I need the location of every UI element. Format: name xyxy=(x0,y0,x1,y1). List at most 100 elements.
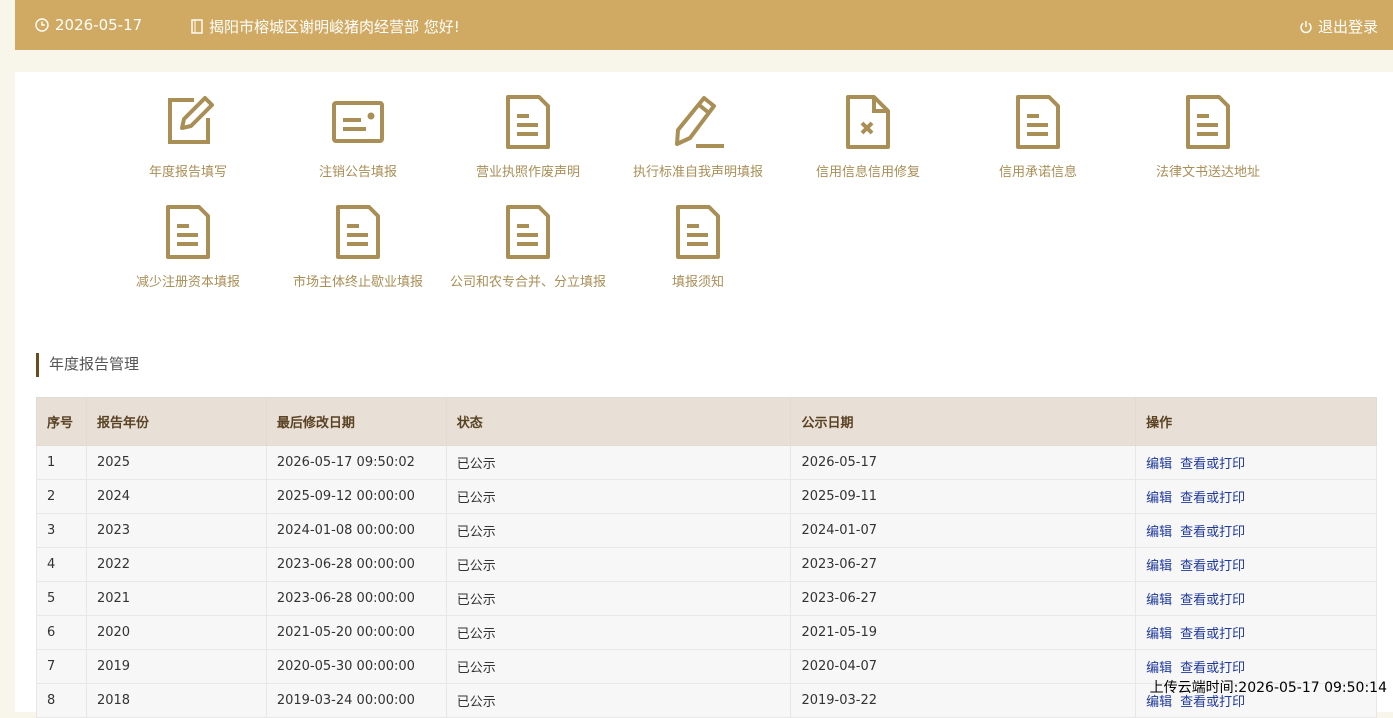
card-icon xyxy=(328,92,388,152)
tile-label: 信用信息信用修复 xyxy=(815,165,920,180)
cell-year: 2022 xyxy=(85,547,267,582)
pencil-icon xyxy=(668,92,728,152)
view-print-link[interactable]: 查看或打印 xyxy=(1180,525,1245,540)
cell-year: 2025 xyxy=(85,445,267,480)
logout-label: 退出登录 xyxy=(1317,18,1378,36)
edit-link[interactable]: 编辑 xyxy=(1146,593,1172,608)
document-icon xyxy=(328,202,388,262)
tile-label: 营业执照作废声明 xyxy=(475,165,580,180)
view-print-link[interactable]: 查看或打印 xyxy=(1180,491,1245,506)
cell-publish-date: 2020-04-07 xyxy=(790,649,1137,684)
annual-report-table: 序号 报告年份 最后修改日期 状态 公示日期 操作 1 2025 2026-05… xyxy=(36,397,1377,718)
tile-license-void[interactable]: 营业执照作废声明 xyxy=(438,72,618,180)
tile-capital-reduction[interactable]: 减少注册资本填报 xyxy=(98,182,278,290)
edit-link[interactable]: 编辑 xyxy=(1146,661,1172,676)
col-header-index: 序号 xyxy=(36,397,87,446)
tile-label: 填报须知 xyxy=(671,275,724,290)
edit-link[interactable]: 编辑 xyxy=(1146,559,1172,574)
cell-publish-date: 2023-06-27 xyxy=(790,547,1137,582)
tile-label: 公司和农专合并、分立填报 xyxy=(449,275,606,290)
building-icon xyxy=(191,19,203,34)
tile-label: 执行标准自我声明填报 xyxy=(632,165,763,180)
view-print-link[interactable]: 查看或打印 xyxy=(1180,559,1245,574)
view-print-link[interactable]: 查看或打印 xyxy=(1180,593,1245,608)
cell-actions: 编辑 查看或打印 xyxy=(1135,581,1377,616)
document-icon xyxy=(1008,92,1068,152)
tile-credit-repair[interactable]: 信用信息信用修复 xyxy=(778,72,958,180)
cell-status: 已公示 xyxy=(445,547,792,582)
edit-link[interactable]: 编辑 xyxy=(1146,695,1172,710)
tile-label: 法律文书送达地址 xyxy=(1155,165,1260,180)
tile-instructions[interactable]: 填报须知 xyxy=(608,182,788,290)
col-header-actions: 操作 xyxy=(1135,397,1377,446)
cell-status: 已公示 xyxy=(445,615,792,650)
document-icon xyxy=(1178,92,1238,152)
edit-link[interactable]: 编辑 xyxy=(1146,627,1172,642)
col-header-status: 状态 xyxy=(445,397,792,446)
cell-status: 已公示 xyxy=(445,581,792,616)
table-row: 5 2021 2023-06-28 00:00:00 已公示 2023-06-2… xyxy=(36,581,1377,616)
tile-merger-split[interactable]: 公司和农专合并、分立填报 xyxy=(438,182,618,290)
cell-modified: 2025-09-12 00:00:00 xyxy=(265,479,447,514)
edit-link[interactable]: 编辑 xyxy=(1146,457,1172,472)
clock-icon xyxy=(35,18,49,32)
tile-standard-declaration[interactable]: 执行标准自我声明填报 xyxy=(608,72,788,180)
document-icon xyxy=(498,202,558,262)
cell-status: 已公示 xyxy=(445,649,792,684)
view-print-link[interactable]: 查看或打印 xyxy=(1180,627,1245,642)
edit-icon xyxy=(158,92,218,152)
document-icon xyxy=(668,202,728,262)
table-row: 1 2025 2026-05-17 09:50:02 已公示 2026-05-1… xyxy=(36,445,1377,480)
upload-timestamp: 上传云端时间:2026-05-17 09:50:14 xyxy=(1149,680,1387,696)
tile-termination[interactable]: 市场主体终止歇业填报 xyxy=(268,182,448,290)
col-header-modified: 最后修改日期 xyxy=(265,397,447,446)
document-x-icon xyxy=(838,92,898,152)
power-icon xyxy=(1300,20,1312,33)
col-header-year: 报告年份 xyxy=(85,397,267,446)
cell-index: 2 xyxy=(36,479,87,514)
section-title: 年度报告管理 xyxy=(36,353,139,377)
cell-modified: 2023-06-28 00:00:00 xyxy=(265,547,447,582)
edit-link[interactable]: 编辑 xyxy=(1146,525,1172,540)
cell-actions: 编辑 查看或打印 xyxy=(1135,479,1377,514)
table-row: 6 2020 2021-05-20 00:00:00 已公示 2021-05-1… xyxy=(36,615,1377,650)
cell-actions: 编辑 查看或打印 xyxy=(1135,445,1377,480)
table-row: 2 2024 2025-09-12 00:00:00 已公示 2025-09-1… xyxy=(36,479,1377,514)
cell-index: 5 xyxy=(36,581,87,616)
cell-modified: 2026-05-17 09:50:02 xyxy=(265,445,447,480)
tile-legal-address[interactable]: 法律文书送达地址 xyxy=(1118,72,1298,180)
tile-label: 信用承诺信息 xyxy=(998,165,1077,180)
cell-year: 2019 xyxy=(85,649,267,684)
view-print-link[interactable]: 查看或打印 xyxy=(1180,695,1245,710)
cell-status: 已公示 xyxy=(445,445,792,480)
date-text: 2026-05-17 xyxy=(55,16,143,34)
top-bar: 2026-05-17 揭阳市榕城区谢明峻猪肉经营部 您好! 退出登录 xyxy=(15,0,1393,50)
cell-year: 2023 xyxy=(85,513,267,548)
table-header-row: 序号 报告年份 最后修改日期 状态 公示日期 操作 xyxy=(36,397,1377,446)
cell-publish-date: 2021-05-19 xyxy=(790,615,1137,650)
view-print-link[interactable]: 查看或打印 xyxy=(1180,661,1245,676)
cell-modified: 2023-06-28 00:00:00 xyxy=(265,581,447,616)
cell-index: 3 xyxy=(36,513,87,548)
cell-modified: 2020-05-30 00:00:00 xyxy=(265,649,447,684)
cell-publish-date: 2024-01-07 xyxy=(790,513,1137,548)
tile-annual-report[interactable]: 年度报告填写 xyxy=(98,72,278,180)
logout-button[interactable]: 退出登录 xyxy=(1299,16,1378,37)
view-print-link[interactable]: 查看或打印 xyxy=(1180,457,1245,472)
cell-index: 4 xyxy=(36,547,87,582)
cell-publish-date: 2023-06-27 xyxy=(790,581,1137,616)
date-display: 2026-05-17 xyxy=(35,16,142,34)
cell-actions: 编辑 查看或打印 xyxy=(1135,547,1377,582)
cell-status: 已公示 xyxy=(445,513,792,548)
cell-year: 2024 xyxy=(85,479,267,514)
tile-cancel-notice[interactable]: 注销公告填报 xyxy=(268,72,448,180)
tile-label: 减少注册资本填报 xyxy=(135,275,240,290)
edit-link[interactable]: 编辑 xyxy=(1146,491,1172,506)
tile-credit-commitment[interactable]: 信用承诺信息 xyxy=(948,72,1128,180)
cell-actions: 编辑 查看或打印 xyxy=(1135,513,1377,548)
document-icon xyxy=(498,92,558,152)
greeting: 揭阳市榕城区谢明峻猪肉经营部 您好! xyxy=(191,16,460,37)
cell-index: 6 xyxy=(36,615,87,650)
cell-year: 2021 xyxy=(85,581,267,616)
cell-actions: 编辑 查看或打印 xyxy=(1135,615,1377,650)
